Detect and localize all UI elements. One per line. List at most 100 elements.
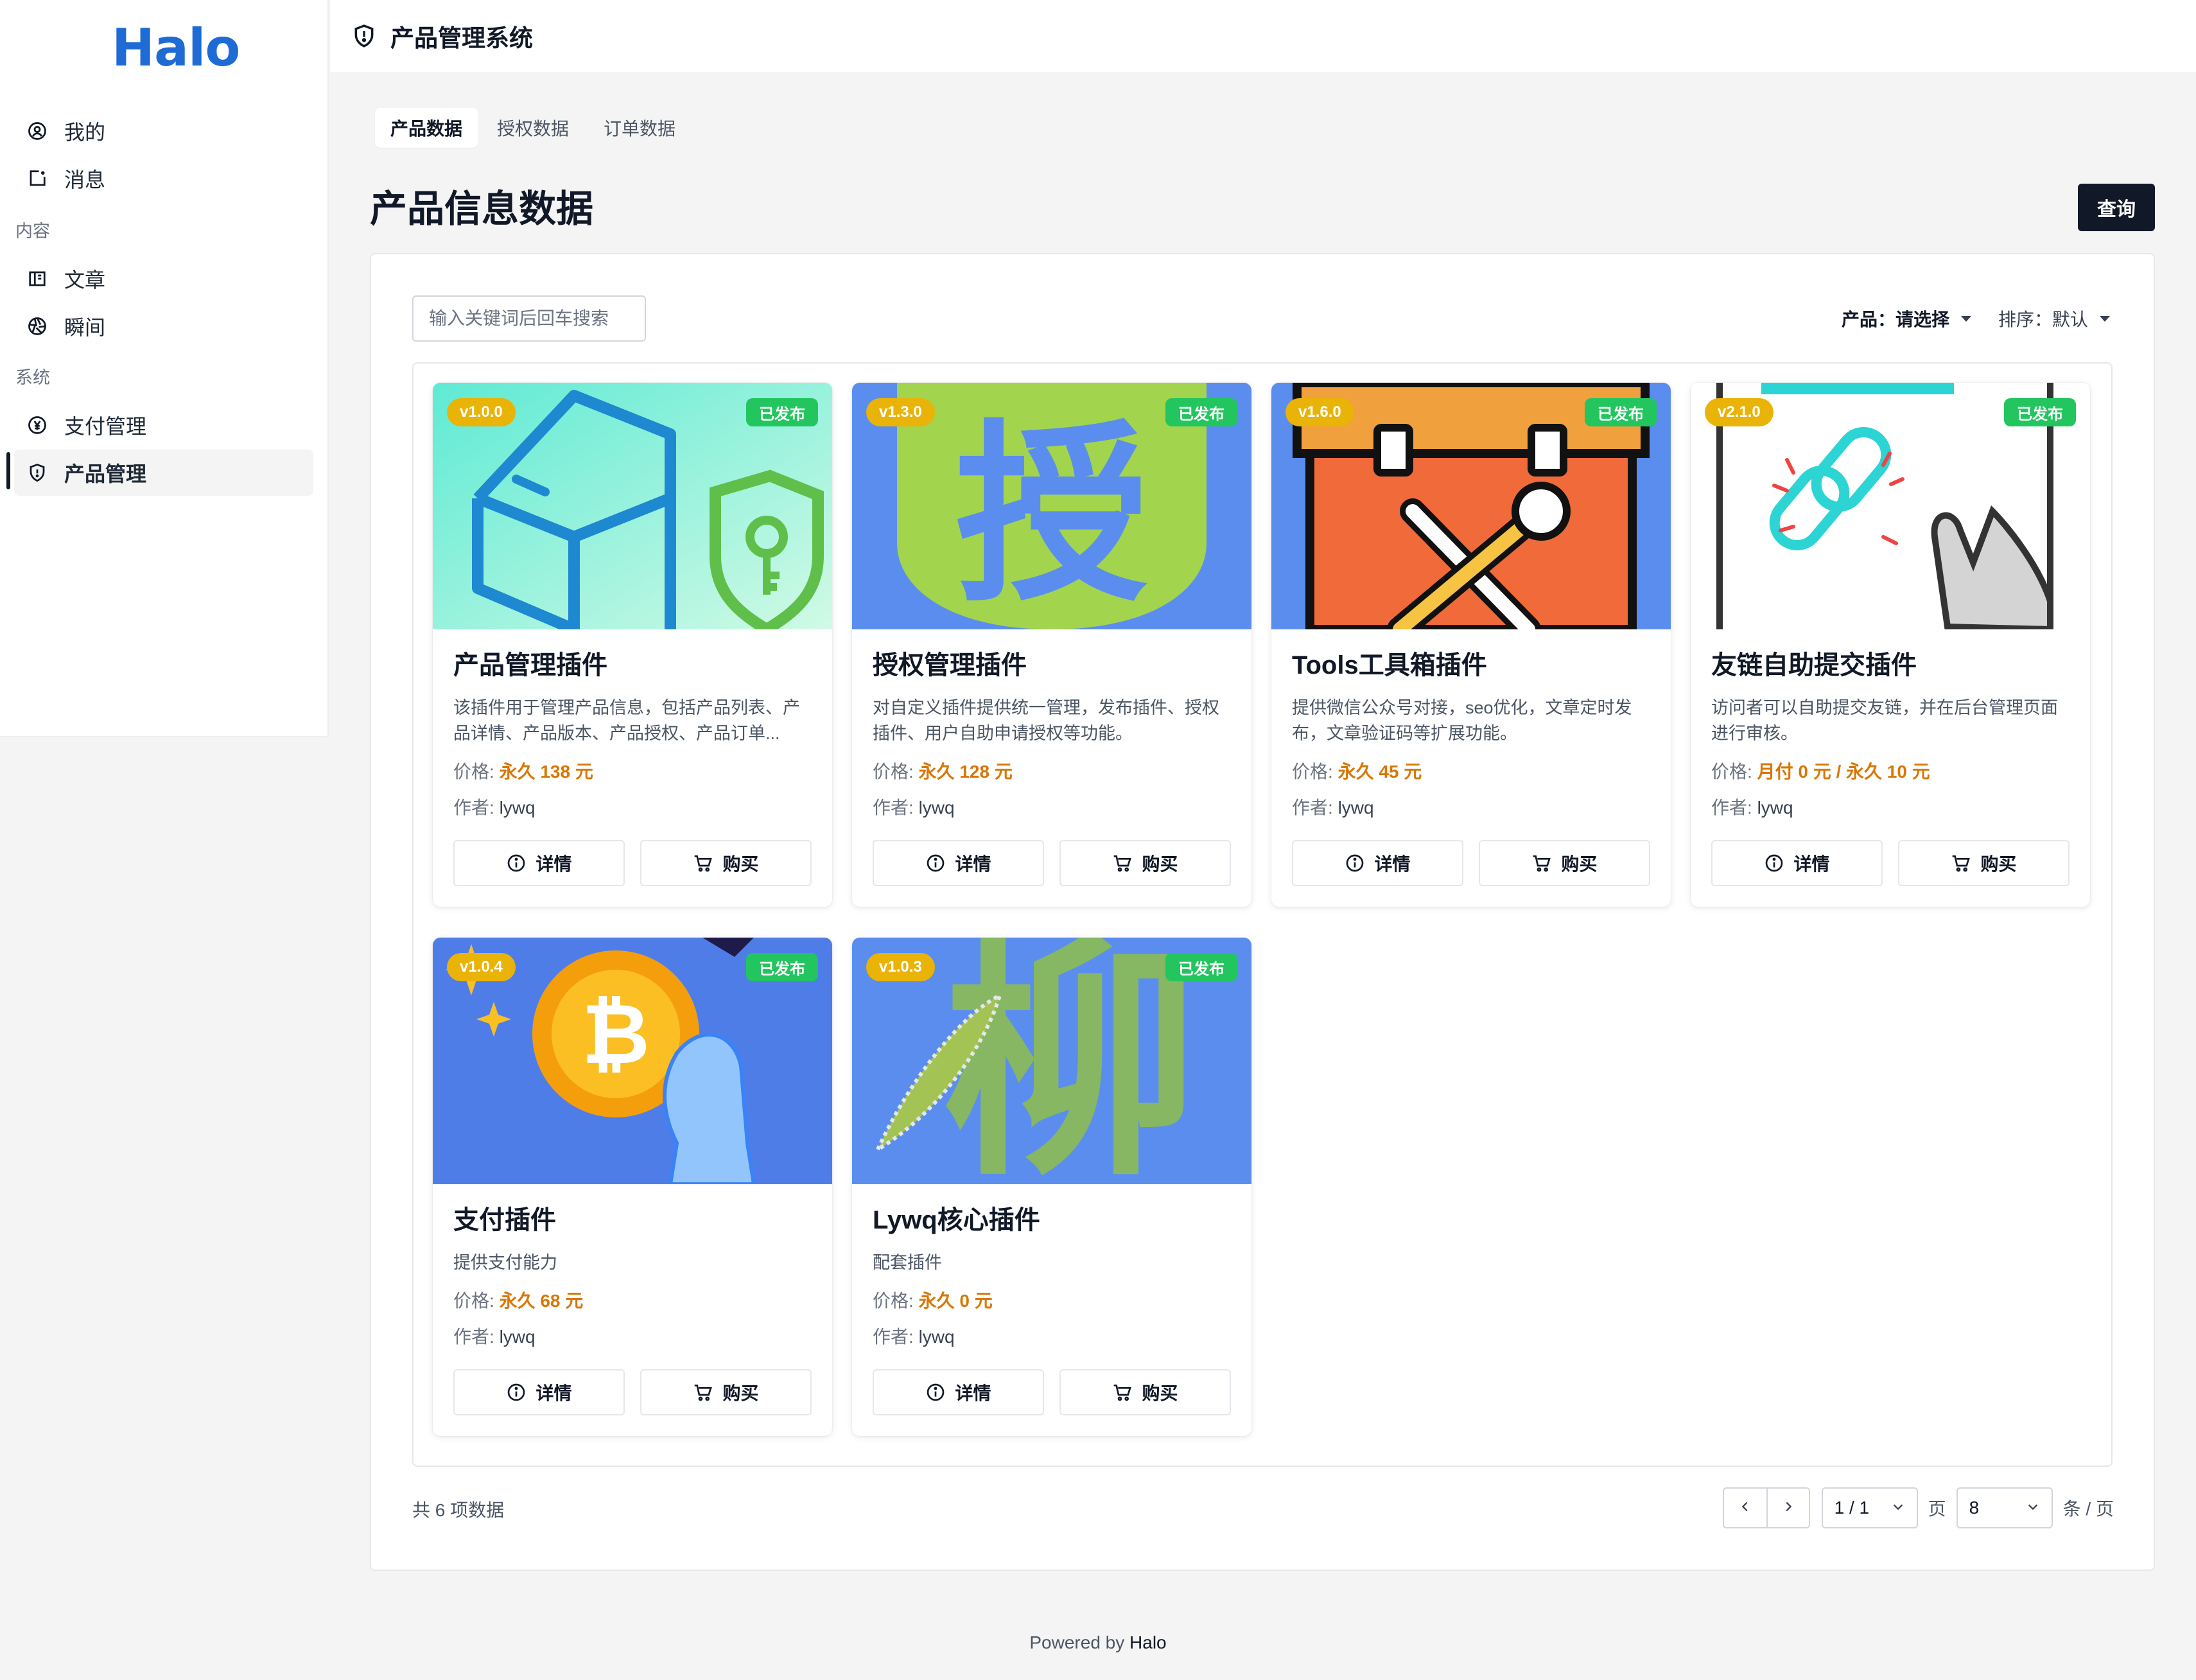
sidebar-item-label: 瞬间: [64, 316, 106, 339]
currency-yen-icon: [27, 415, 48, 435]
card-author: 作者: lywq: [453, 1324, 812, 1350]
card-price: 价格: 永久 138 元: [453, 759, 812, 785]
detail-button[interactable]: 详情: [453, 1369, 625, 1415]
product-panel: 产品：请选择 排序：默认 v1.0.0 已发布 产品管理插件: [370, 253, 2155, 1571]
footer-prefix: Powered by: [1029, 1632, 1125, 1652]
card-title: 友链自助提交插件: [1711, 651, 1917, 679]
footer-brand-link[interactable]: Halo: [1129, 1632, 1167, 1652]
cart-icon: [693, 1382, 713, 1403]
product-filter-dropdown[interactable]: 产品： 请选择: [1842, 306, 1972, 331]
author-label: 作者:: [873, 1327, 914, 1347]
version-badge: v2.1.0: [1705, 398, 1773, 426]
detail-button[interactable]: 详情: [1292, 840, 1463, 886]
sidebar-item-posts[interactable]: 文章: [14, 256, 313, 302]
cart-icon: [1112, 1382, 1133, 1403]
chevron-left-icon: [1738, 1498, 1752, 1518]
product-image: v1.6.0 已发布: [1271, 383, 1671, 629]
price-label: 价格:: [873, 762, 914, 782]
product-image: v2.1.0 已发布: [1691, 383, 2090, 629]
halo-logo[interactable]: Halo: [112, 18, 240, 78]
sort-dropdown[interactable]: 排序： 默认: [1998, 306, 2111, 331]
status-badge: 已发布: [1585, 398, 1657, 426]
price-value: 月付 0 元 / 永久 10 元: [1757, 762, 1930, 782]
sidebar-item-moments[interactable]: 瞬间: [14, 303, 313, 349]
buy-button[interactable]: 购买: [1059, 840, 1231, 886]
price-label: 价格:: [873, 1291, 914, 1311]
card-author: 作者: lywq: [873, 1324, 1231, 1350]
author-label: 作者:: [873, 798, 914, 818]
total-count: 共 6 项数据: [412, 1500, 505, 1520]
sidebar-item-label: 我的: [64, 121, 106, 144]
buy-button[interactable]: 购买: [640, 1369, 812, 1415]
sidebar-item-products[interactable]: 产品管理: [14, 450, 313, 496]
page-size-select[interactable]: 8: [1956, 1487, 2053, 1528]
status-badge: 已发布: [2004, 398, 2076, 426]
page-unit: 页: [1928, 1499, 1946, 1519]
detail-button[interactable]: 详情: [1711, 840, 1883, 886]
buy-button[interactable]: 购买: [1479, 840, 1650, 886]
button-label: 购买: [1142, 854, 1178, 874]
tab-bar: 产品数据 授权数据 订单数据: [375, 108, 691, 148]
shield-icon: [27, 462, 48, 483]
author-value: lywq: [1338, 798, 1374, 818]
product-image: ₿ v1.0.4 已发布: [433, 938, 832, 1184]
buy-button[interactable]: 购买: [1059, 1369, 1231, 1415]
footer: Powered by Halo: [0, 1632, 2196, 1653]
sidebar-item-label: 消息: [64, 168, 106, 191]
version-badge: v1.6.0: [1285, 398, 1354, 426]
button-label: 购买: [722, 1383, 759, 1403]
sidebar-item-payment[interactable]: 支付管理: [14, 402, 313, 448]
status-badge: 已发布: [746, 953, 818, 981]
chevron-down-icon: [2100, 315, 2111, 322]
buy-button[interactable]: 购买: [1898, 840, 2070, 886]
next-page-button[interactable]: [1766, 1489, 1809, 1527]
sidebar-item-mine[interactable]: 我的: [14, 108, 313, 154]
version-badge: v1.0.0: [447, 398, 516, 426]
filter-label: 产品：: [1842, 310, 1896, 329]
card-author: 作者: lywq: [1292, 795, 1650, 821]
button-label: 购买: [1561, 854, 1598, 874]
page-title: 产品管理系统: [390, 25, 533, 51]
tab-license-data[interactable]: 授权数据: [482, 108, 584, 148]
query-button[interactable]: 查询: [2078, 184, 2155, 231]
product-card: 柳 v1.0.3 已发布 Lywq核心插件 配套插件 价格: 永久 0 元 作者…: [852, 938, 1251, 1436]
sidebar-item-label: 文章: [64, 268, 106, 292]
author-value: lywq: [918, 798, 955, 818]
card-price: 价格: 月付 0 元 / 永久 10 元: [1711, 759, 2070, 785]
author-value: lywq: [1757, 798, 1793, 818]
tab-product-data[interactable]: 产品数据: [375, 108, 478, 148]
chevron-right-icon: [1781, 1498, 1795, 1518]
user-circle-icon: [27, 121, 48, 141]
detail-button[interactable]: 详情: [873, 840, 1044, 886]
detail-button[interactable]: 详情: [453, 840, 625, 886]
price-value: 永久 45 元: [1338, 762, 1422, 782]
price-label: 价格:: [1711, 762, 1752, 782]
detail-button[interactable]: 详情: [873, 1369, 1044, 1415]
cart-icon: [1112, 853, 1133, 873]
status-badge: 已发布: [746, 398, 818, 426]
buy-button[interactable]: 购买: [640, 840, 812, 886]
page-select[interactable]: 1 / 1: [1821, 1487, 1918, 1528]
page-size-value: 8: [1969, 1498, 1980, 1518]
button-label: 购买: [722, 854, 759, 874]
search-input[interactable]: [412, 295, 646, 342]
info-icon: [925, 1382, 946, 1403]
price-value: 永久 68 元: [499, 1291, 584, 1311]
book-icon: [27, 268, 48, 289]
card-description: 访问者可以自助提交友链，并在后台管理页面进行审核。: [1711, 698, 2058, 743]
card-author: 作者: lywq: [1711, 795, 2070, 821]
button-label: 购买: [1980, 854, 2017, 874]
prev-page-button[interactable]: [1724, 1489, 1766, 1527]
page-size-unit: 条 / 页: [2062, 1499, 2114, 1519]
card-description: 提供支付能力: [453, 1253, 557, 1272]
top-header: 产品管理系统: [330, 0, 2196, 72]
tab-order-data[interactable]: 订单数据: [588, 108, 691, 148]
shield-icon: [352, 24, 376, 48]
willow-glyph: 柳: [942, 938, 1199, 1184]
button-label: 详情: [1374, 854, 1411, 874]
card-title: 产品管理插件: [453, 651, 607, 679]
author-value: lywq: [499, 1327, 536, 1347]
sidebar-item-messages[interactable]: 消息: [14, 155, 313, 202]
sidebar: Halo 我的 消息 内容 文章 瞬间 系统 支付管理 产品管理: [0, 0, 329, 737]
author-value: lywq: [918, 1327, 955, 1347]
